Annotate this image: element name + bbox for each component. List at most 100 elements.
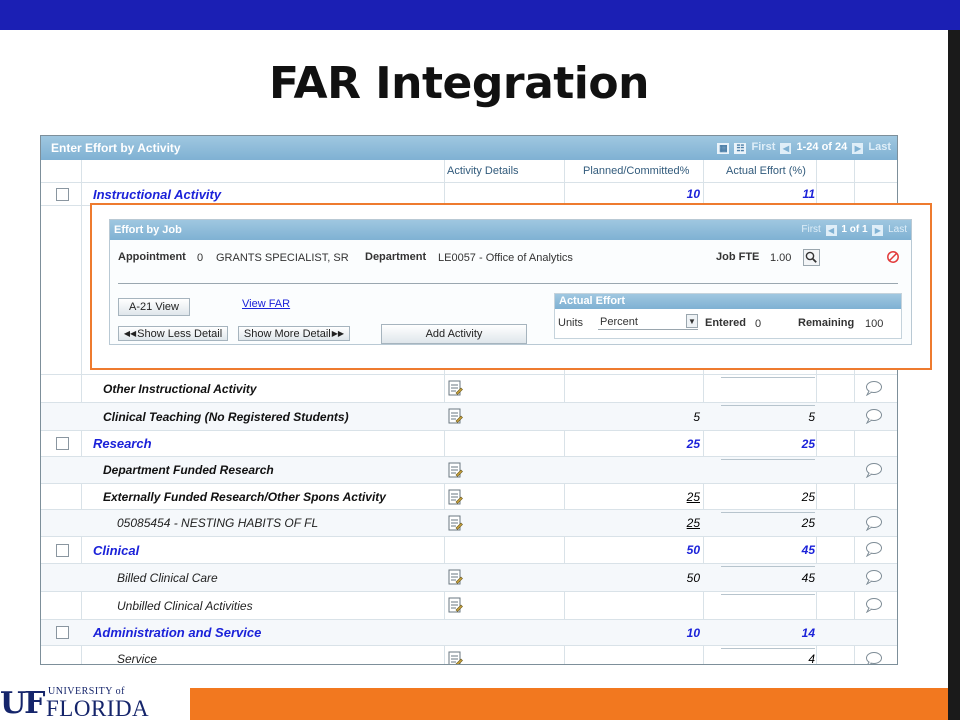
show-more-detail-button[interactable]: Show More Detail ▶▶ xyxy=(238,326,350,341)
footer-bar xyxy=(190,688,948,720)
job-count: 1 of 1 xyxy=(841,224,868,235)
col-actual: Actual Effort (%) xyxy=(726,165,806,177)
table-row: Billed Clinical Care 50 45 xyxy=(41,563,897,591)
row-planned-link[interactable]: 25 xyxy=(566,484,700,509)
row-planned: 50 xyxy=(686,543,700,557)
row-checkbox[interactable] xyxy=(56,544,69,557)
remaining-label: Remaining xyxy=(798,317,855,329)
row-label[interactable]: Administration and Service xyxy=(93,620,261,645)
job-header: Effort by Job First ◀ 1 of 1 ▶ Last xyxy=(110,220,911,240)
department-value: LE0057 - Office of Analytics xyxy=(438,252,573,264)
units-select[interactable]: Percent ▼ xyxy=(598,314,698,330)
remaining-value: 100 xyxy=(865,318,884,330)
units-value: Percent xyxy=(600,316,638,328)
grid-next-arrow-icon[interactable]: ▶ xyxy=(852,143,864,154)
table-row: Unbilled Clinical Activities xyxy=(41,591,897,619)
job-next-arrow-icon[interactable]: ▶ xyxy=(872,225,884,236)
show-more-label: Show More Detail xyxy=(243,327,331,340)
table-row: Clinical Teaching (No Registered Student… xyxy=(41,402,897,430)
edit-document-icon[interactable] xyxy=(447,597,463,613)
grid-last-link[interactable]: Last xyxy=(868,141,891,153)
table-row: Service 4 xyxy=(41,645,897,665)
job-last-link[interactable]: Last xyxy=(888,224,907,235)
row-actual[interactable]: 25 xyxy=(721,510,815,536)
row-actual: 14 xyxy=(801,625,815,640)
row-label: Externally Funded Research/Other Spons A… xyxy=(103,489,386,504)
edit-document-icon[interactable] xyxy=(447,380,463,396)
grid-count: 1-24 of 24 xyxy=(796,141,848,153)
row-label: Service xyxy=(117,651,158,665)
row-planned-link[interactable]: 25 xyxy=(566,510,700,536)
job-navigation: First ◀ 1 of 1 ▶ Last xyxy=(801,224,907,236)
actual-input-line xyxy=(721,405,815,406)
actual-input-line xyxy=(721,512,815,513)
row-checkbox[interactable] xyxy=(56,626,69,639)
table-row: Other Instructional Activity xyxy=(41,374,897,402)
fte-value: 1.00 xyxy=(770,252,792,264)
row-label: Clinical Teaching (No Registered Student… xyxy=(103,409,349,424)
actual-input-line xyxy=(721,459,815,460)
add-activity-button[interactable]: Add Activity xyxy=(381,324,527,344)
entered-label: Entered xyxy=(705,317,746,329)
top-bar xyxy=(0,0,960,30)
row-label[interactable]: Research xyxy=(93,431,152,456)
edit-document-icon[interactable] xyxy=(447,569,463,585)
row-checkbox[interactable] xyxy=(56,188,69,201)
comment-bubble-icon[interactable] xyxy=(865,541,883,557)
appointment-value: 0 xyxy=(197,252,204,264)
comment-bubble-icon[interactable] xyxy=(865,380,883,396)
row-checkbox[interactable] xyxy=(56,437,69,450)
divider xyxy=(118,283,898,284)
comment-bubble-icon[interactable] xyxy=(865,651,883,665)
table-row: 05085454 - NESTING HABITS OF FL 25 25 xyxy=(41,509,897,536)
row-label: Billed Clinical Care xyxy=(117,570,218,585)
grid-view-icon[interactable]: ☷ xyxy=(734,143,747,154)
grid-prev-arrow-icon[interactable]: ◀ xyxy=(780,143,792,154)
col-planned: Planned/Committed% xyxy=(583,165,690,177)
uf-logo-big-text: FLORIDA xyxy=(46,696,150,720)
table-row: Administration and Service 10 14 xyxy=(41,619,897,645)
row-actual: 25 xyxy=(801,436,815,451)
actual-input-line xyxy=(721,377,815,378)
zoom-icon[interactable]: ▦ xyxy=(717,143,730,154)
delete-icon[interactable] xyxy=(886,250,900,264)
edit-document-icon[interactable] xyxy=(447,489,463,505)
row-planned: 10 xyxy=(686,187,700,201)
row-actual[interactable]: 45 xyxy=(721,564,815,591)
job-title-value: GRANTS SPECIALIST, SR xyxy=(216,252,349,264)
edit-document-icon[interactable] xyxy=(447,408,463,424)
job-first-link[interactable]: First xyxy=(801,224,820,235)
grid-title: Enter Effort by Activity xyxy=(51,141,181,155)
show-less-label: Show Less Detail xyxy=(137,327,223,340)
search-icon[interactable] xyxy=(803,249,820,266)
comment-bubble-icon[interactable] xyxy=(865,408,883,424)
row-label: Other Instructional Activity xyxy=(103,381,257,396)
effort-by-job-panel: Effort by Job First ◀ 1 of 1 ▶ Last Appo… xyxy=(109,219,912,345)
row-label: 05085454 - NESTING HABITS OF FL xyxy=(117,516,319,530)
fte-label: Job FTE xyxy=(716,251,760,263)
chevron-down-icon[interactable]: ▼ xyxy=(686,314,698,328)
table-row: Externally Funded Research/Other Spons A… xyxy=(41,483,897,509)
comment-bubble-icon[interactable] xyxy=(865,515,883,531)
grid-first-link[interactable]: First xyxy=(752,141,776,153)
rewind-icon: ◀◀ xyxy=(123,329,137,338)
view-far-link[interactable]: View FAR xyxy=(242,298,290,310)
row-label[interactable]: Clinical xyxy=(93,537,139,563)
row-label[interactable]: Instructional Activity xyxy=(93,183,221,205)
row-planned: 10 xyxy=(686,625,700,640)
edit-document-icon[interactable] xyxy=(447,462,463,478)
edit-document-icon[interactable] xyxy=(447,651,463,665)
comment-bubble-icon[interactable] xyxy=(865,597,883,613)
actual-input-line xyxy=(721,594,815,595)
row-planned: 25 xyxy=(686,436,700,451)
a21-view-button[interactable]: A-21 View xyxy=(118,298,190,316)
comment-bubble-icon[interactable] xyxy=(865,569,883,585)
comment-bubble-icon[interactable] xyxy=(865,462,883,478)
effort-by-job-callout: Effort by Job First ◀ 1 of 1 ▶ Last Appo… xyxy=(90,203,932,370)
row-actual: 45 xyxy=(801,543,815,557)
show-less-detail-button[interactable]: ◀◀ Show Less Detail xyxy=(118,326,228,341)
edit-document-icon[interactable] xyxy=(447,515,463,531)
row-actual[interactable]: 5 xyxy=(721,403,815,430)
row-label: Department Funded Research xyxy=(103,463,274,477)
job-prev-arrow-icon[interactable]: ◀ xyxy=(825,225,837,236)
